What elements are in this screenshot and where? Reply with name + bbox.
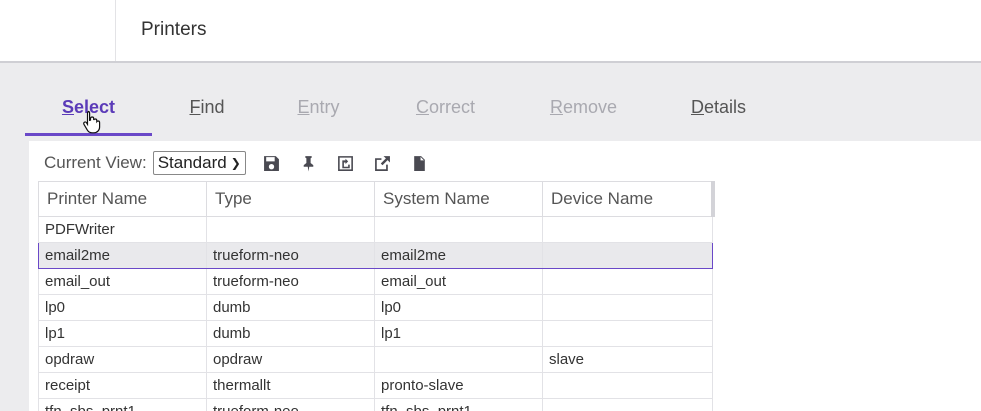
tab-mnemonic: F xyxy=(189,97,201,117)
cell-system-name: pronto-slave xyxy=(374,372,543,399)
tab-label: ind xyxy=(200,97,225,117)
save-icon[interactable] xyxy=(261,152,283,174)
cell-system-name: tfn_sbs_prnt1 xyxy=(374,398,543,411)
cell-system-name xyxy=(374,346,543,373)
current-view-value: Standard xyxy=(157,153,227,172)
cell-type: trueform-neo xyxy=(206,242,375,269)
tab-mnemonic: C xyxy=(415,97,429,117)
table-row[interactable]: lp0 dumb lp0 xyxy=(38,294,713,321)
cell-system-name xyxy=(374,216,543,243)
cell-device-name xyxy=(542,398,713,411)
cell-device-name xyxy=(542,216,713,243)
cell-printer-name: lp0 xyxy=(38,294,207,321)
cell-system-name: lp0 xyxy=(374,294,543,321)
document-icon[interactable] xyxy=(409,152,431,174)
cell-type: trueform-neo xyxy=(206,268,375,295)
cell-printer-name: receipt xyxy=(38,372,207,399)
column-header-printer-name[interactable]: Printer Name xyxy=(38,181,207,217)
chevron-down-icon: ❯ xyxy=(230,156,241,170)
tab-mnemonic: S xyxy=(61,97,74,117)
table-row[interactable]: email_out trueform-neo email_out xyxy=(38,268,713,295)
printer-table: Printer Name Type System Name Device Nam… xyxy=(38,181,715,411)
pin-icon[interactable] xyxy=(298,152,320,174)
cell-device-name xyxy=(542,268,713,295)
cell-device-name xyxy=(542,294,713,321)
header-divider xyxy=(115,0,116,61)
hand-cursor-icon xyxy=(83,110,101,134)
cell-type: thermallt xyxy=(206,372,375,399)
tab-details[interactable]: Details xyxy=(651,84,786,136)
cell-device-name: slave xyxy=(542,346,713,373)
grid-panel: Current View: Standard ❯ Printer Name Ty… xyxy=(29,141,981,411)
table-row[interactable]: email2me trueform-neo email2me xyxy=(38,242,713,269)
view-toolbar: Current View: Standard ❯ xyxy=(44,149,431,177)
cell-type: opdraw xyxy=(206,346,375,373)
table-row[interactable]: receipt thermallt pronto-slave xyxy=(38,372,713,399)
tab-mnemonic: R xyxy=(549,97,563,117)
cell-device-name xyxy=(542,320,713,347)
export-icon[interactable] xyxy=(372,152,394,174)
table-row[interactable]: PDFWriter xyxy=(38,216,713,243)
cell-printer-name: email2me xyxy=(38,242,207,269)
table-row[interactable]: lp1 dumb lp1 xyxy=(38,320,713,347)
cell-type: dumb xyxy=(206,320,375,347)
tab-label: orrect xyxy=(428,97,475,117)
table-header-row: Printer Name Type System Name Device Nam… xyxy=(38,181,715,217)
tab-label: etails xyxy=(703,97,747,117)
column-header-device-name[interactable]: Device Name xyxy=(542,181,715,217)
app-header: Printers xyxy=(0,0,981,63)
cell-system-name: lp1 xyxy=(374,320,543,347)
cell-system-name: email2me xyxy=(374,242,543,269)
current-view-select[interactable]: Standard ❯ xyxy=(152,151,246,175)
restore-icon[interactable] xyxy=(335,152,357,174)
tab-find[interactable]: Find xyxy=(152,84,262,136)
tab-mnemonic: D xyxy=(690,97,704,117)
cell-printer-name: email_out xyxy=(38,268,207,295)
tab-label: ntry xyxy=(309,97,340,117)
cell-printer-name: lp1 xyxy=(38,320,207,347)
cell-printer-name: tfn_sbs_prnt1 xyxy=(38,398,207,411)
tab-correct: Correct xyxy=(375,84,516,136)
page-title: Printers xyxy=(141,19,207,40)
cell-system-name: email_out xyxy=(374,268,543,295)
current-view-label: Current View: xyxy=(44,153,147,172)
cell-type xyxy=(206,216,375,243)
table-row[interactable]: tfn_sbs_prnt1 trueform-neo tfn_sbs_prnt1 xyxy=(38,398,713,411)
tab-mnemonic: E xyxy=(297,97,310,117)
tab-remove: Remove xyxy=(516,84,651,136)
table-row[interactable]: opdraw opdraw slave xyxy=(38,346,713,373)
column-header-system-name[interactable]: System Name xyxy=(374,181,543,217)
cell-printer-name: PDFWriter xyxy=(38,216,207,243)
column-header-type[interactable]: Type xyxy=(206,181,375,217)
cell-type: trueform-neo xyxy=(206,398,375,411)
tab-entry: Entry xyxy=(262,84,375,136)
cell-device-name xyxy=(542,242,713,269)
cell-printer-name: opdraw xyxy=(38,346,207,373)
tab-label: emove xyxy=(562,97,618,117)
cell-type: dumb xyxy=(206,294,375,321)
cell-device-name xyxy=(542,372,713,399)
